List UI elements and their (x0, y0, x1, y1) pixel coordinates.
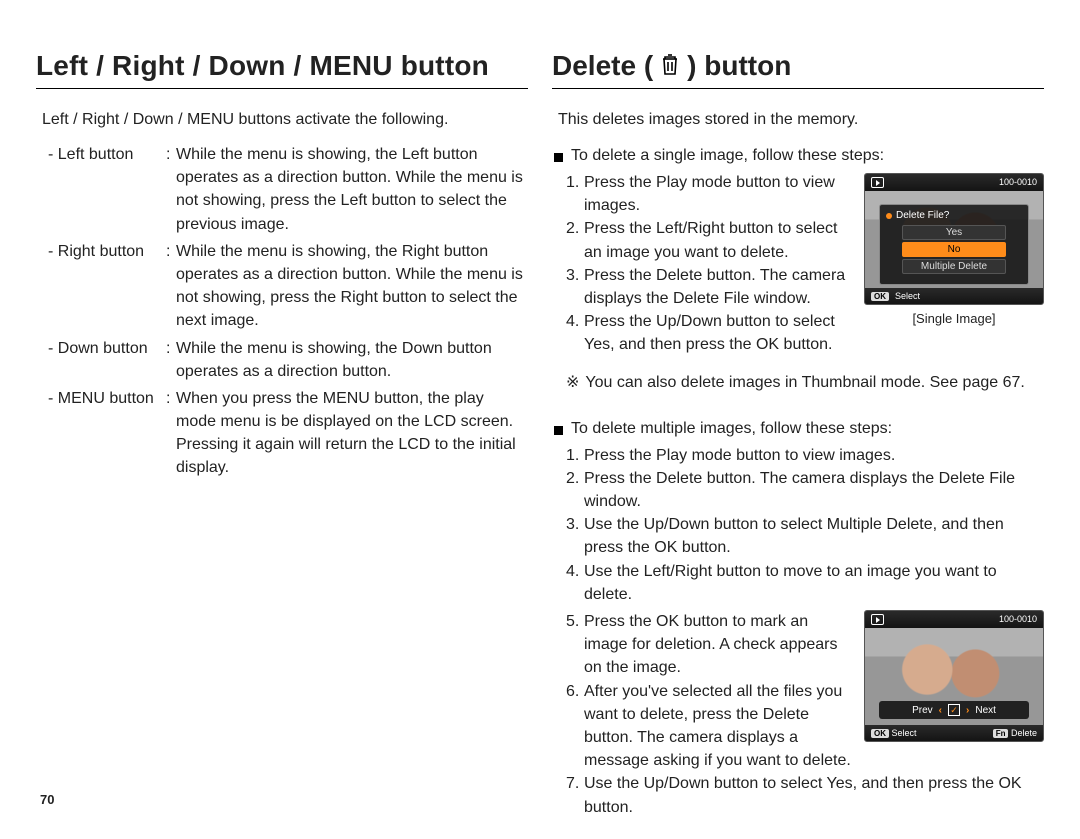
delete-file-dialog: Delete File? Yes No Multiple Delete (879, 204, 1029, 285)
left-lead: Left / Right / Down / MENU buttons activ… (42, 111, 528, 129)
button-definitions: - Left button : While the menu is showin… (48, 143, 528, 480)
left-heading: Left / Right / Down / MENU button (36, 50, 528, 89)
figure-multi-image: 100-0010 Prev ‹ › Next OK Select Fn Dele… (864, 610, 1044, 742)
ok-keycap: OK (871, 729, 889, 738)
trash-icon (659, 51, 681, 80)
left-column: Left / Right / Down / MENU button Left /… (36, 50, 528, 819)
camera-lcd-single: 100-0010 Delete File? Yes No Multiple De… (864, 173, 1044, 305)
chevron-right-icon: › (966, 705, 969, 716)
right-lead: This deletes images stored in the memory… (558, 111, 1044, 129)
option-yes: Yes (902, 225, 1006, 240)
chevron-left-icon: ‹ (939, 705, 942, 716)
option-no: No (902, 242, 1006, 257)
square-bullet-icon (554, 153, 563, 162)
fn-keycap: Fn (993, 729, 1009, 738)
square-bullet-icon (554, 426, 563, 435)
photo-thumbnail (865, 611, 1043, 741)
page-number: 70 (40, 792, 54, 807)
image-counter: 100-0010 (999, 177, 1037, 188)
def-down-button: - Down button : While the menu is showin… (48, 337, 528, 383)
def-left-button: - Left button : While the menu is showin… (48, 143, 528, 236)
multi-delete-steps: 1.Press the Play mode button to view ima… (566, 444, 1044, 606)
ok-keycap: OK (871, 292, 889, 301)
thumbnail-note: ※ You can also delete images in Thumbnai… (566, 371, 1044, 394)
def-right-button: - Right button : While the menu is showi… (48, 240, 528, 333)
reference-mark-icon: ※ (566, 371, 579, 394)
figure-single-image: 100-0010 Delete File? Yes No Multiple De… (864, 173, 1044, 326)
single-delete-bullet: To delete a single image, follow these s… (554, 147, 1044, 165)
prev-next-bar: Prev ‹ › Next (879, 701, 1029, 719)
multi-delete-bullet: To delete multiple images, follow these … (554, 420, 1044, 438)
play-mode-icon (871, 614, 884, 625)
checkbox-icon (948, 704, 960, 716)
play-mode-icon (871, 177, 884, 188)
option-multiple-delete: Multiple Delete (902, 259, 1006, 274)
def-menu-button: - MENU button : When you press the MENU … (48, 387, 528, 480)
right-column: Delete ( ) button This deletes images st… (552, 50, 1044, 819)
image-counter: 100-0010 (999, 614, 1037, 625)
figure-caption-single: [Single Image] (864, 311, 1044, 326)
camera-lcd-multi: 100-0010 Prev ‹ › Next OK Select Fn Dele… (864, 610, 1044, 742)
right-heading: Delete ( ) button (552, 50, 1044, 89)
